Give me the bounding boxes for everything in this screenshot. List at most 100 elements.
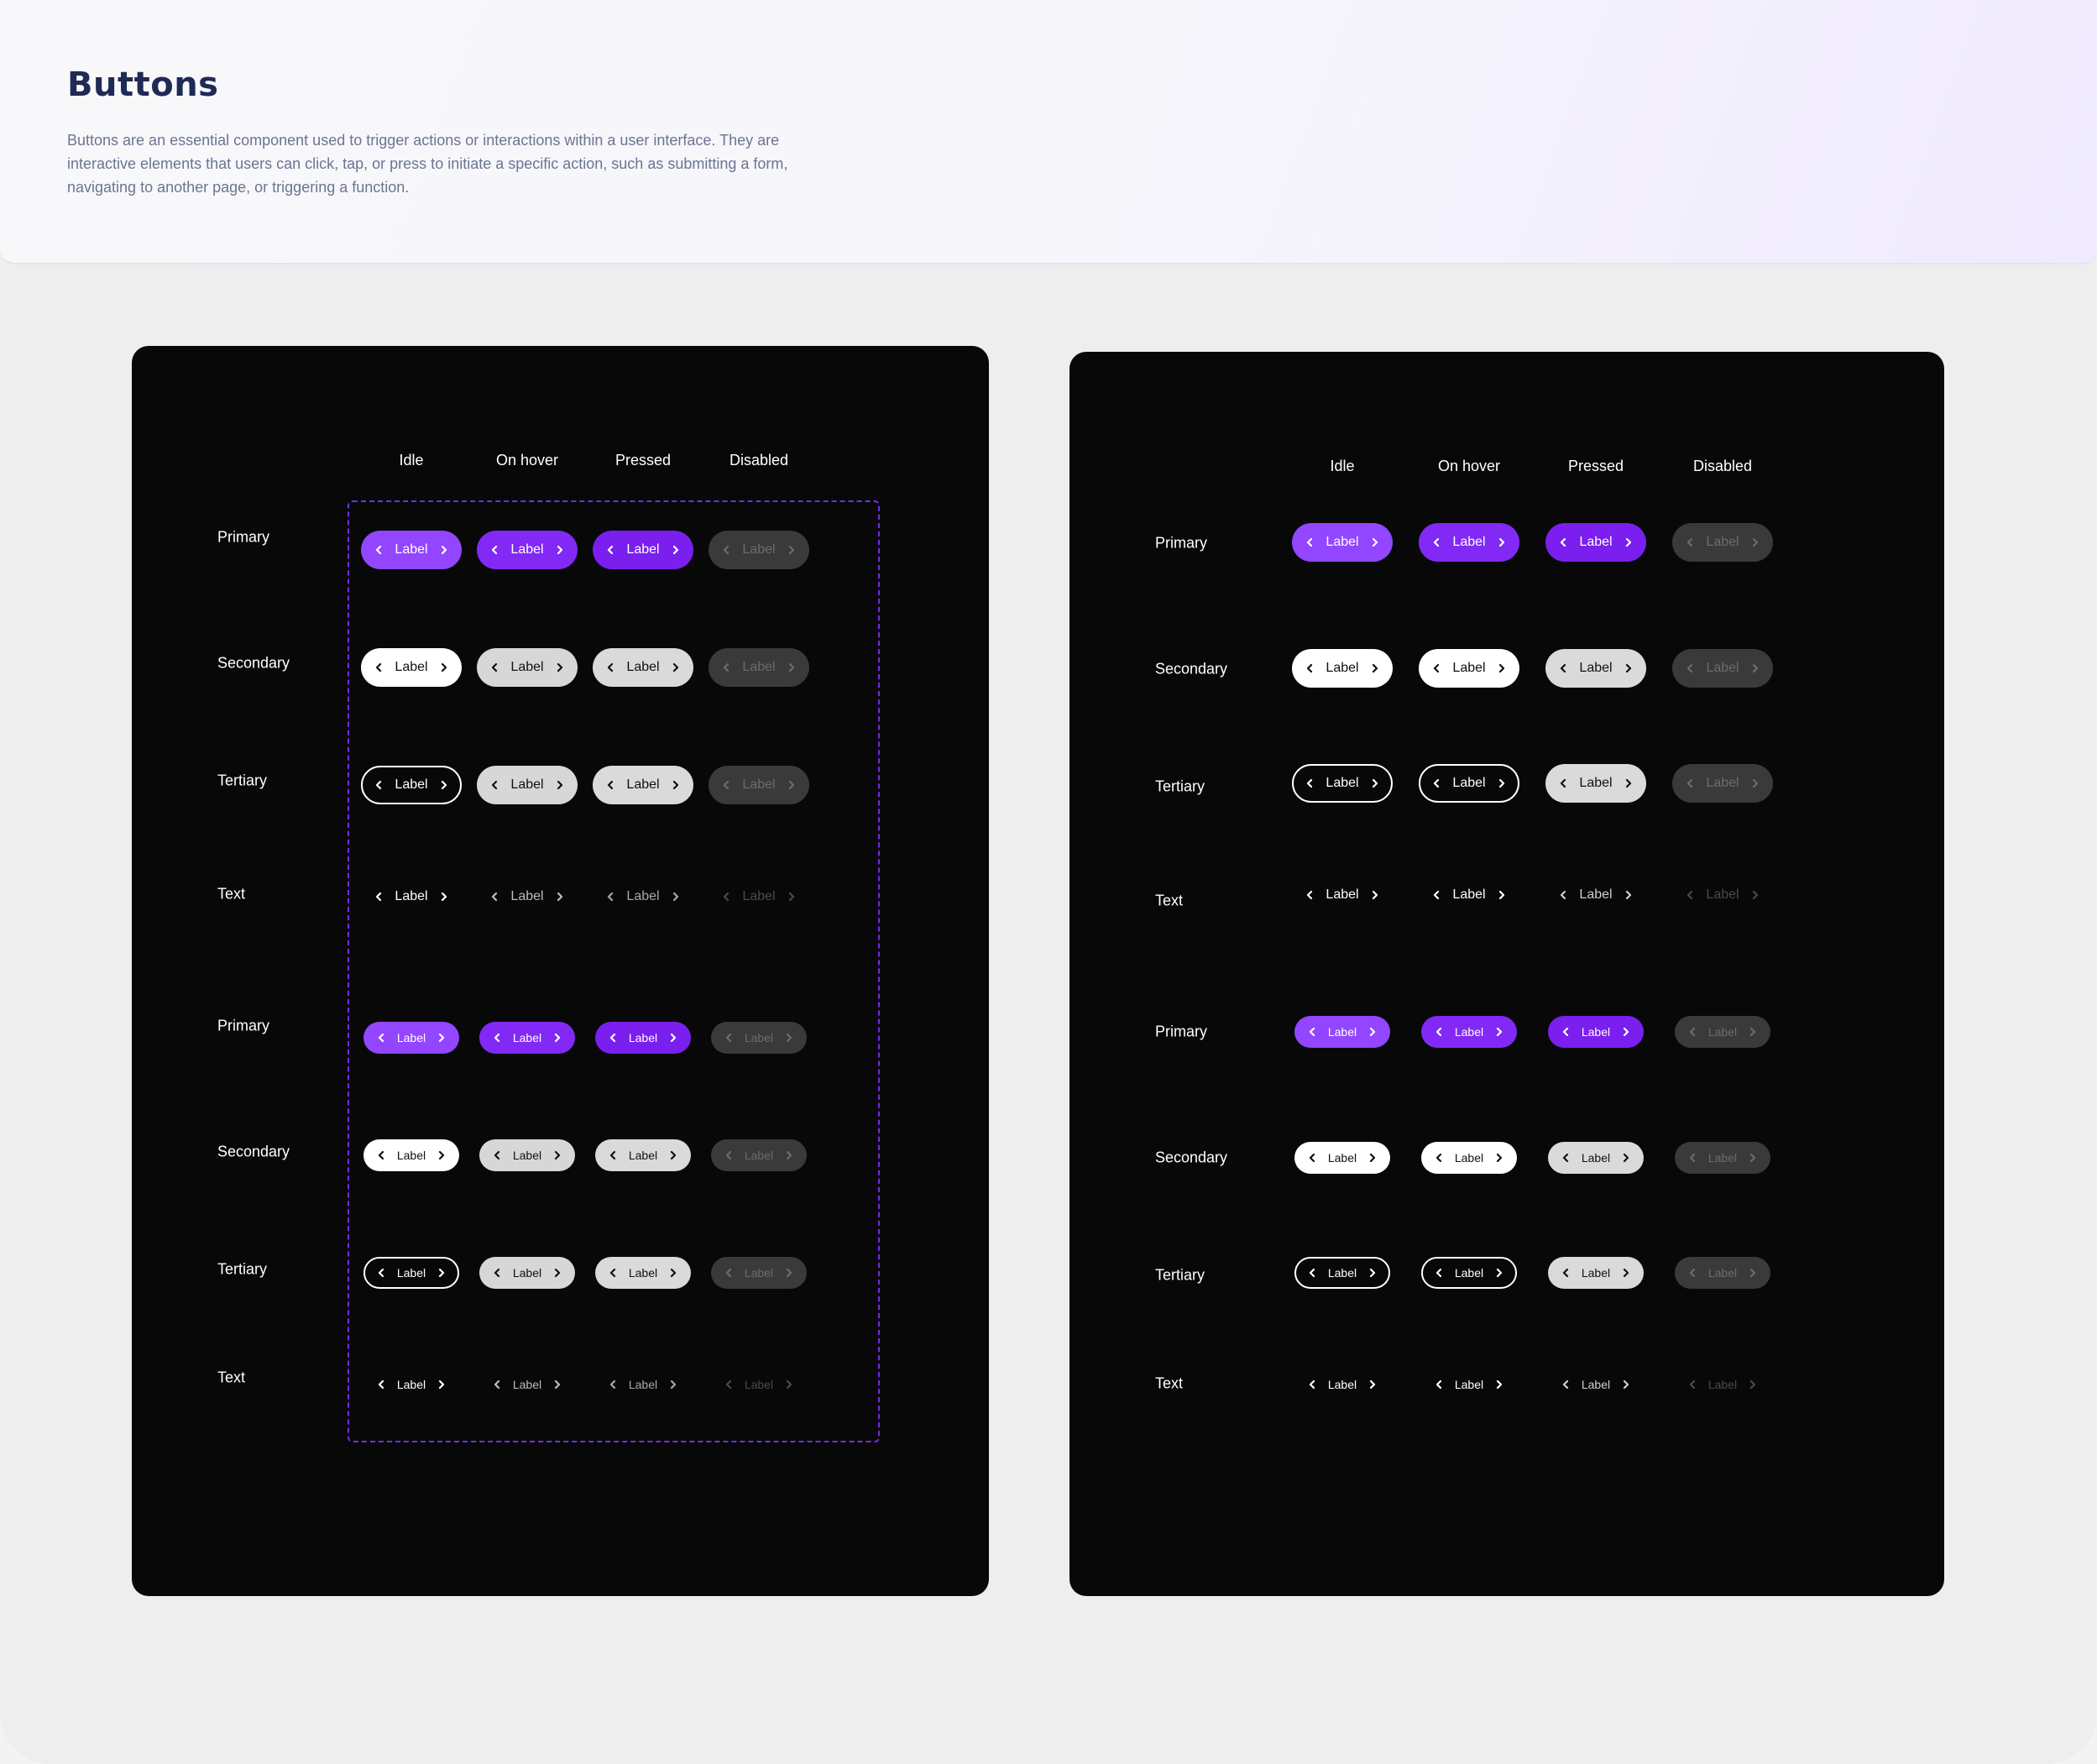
tertiary-button-hover[interactable]: Label xyxy=(1419,764,1519,803)
secondary-button-hover[interactable]: Label xyxy=(1419,649,1519,688)
primary-button-idle-small[interactable]: Label xyxy=(1294,1016,1390,1048)
chevron-right-icon xyxy=(669,1151,677,1159)
primary-button-pressed[interactable]: Label xyxy=(593,531,693,569)
secondary-button-hover-small[interactable]: Label xyxy=(1421,1142,1517,1174)
secondary-button-pressed-small[interactable]: Label xyxy=(1548,1142,1644,1174)
chevron-left-icon xyxy=(374,892,383,901)
text-button-disabled-small: Label xyxy=(1675,1369,1770,1400)
chevron-right-icon xyxy=(440,663,448,672)
chevron-left-icon xyxy=(1686,891,1694,899)
tertiary-button-idle-small[interactable]: Label xyxy=(363,1257,459,1289)
secondary-button-pressed[interactable]: Label xyxy=(1545,649,1646,688)
row-label-primary: Primary xyxy=(1155,1023,1207,1040)
secondary-button-idle-small[interactable]: Label xyxy=(1294,1142,1390,1174)
chevron-right-icon xyxy=(1368,1028,1377,1036)
button-label: Label xyxy=(626,889,660,903)
text-button-idle-small[interactable]: Label xyxy=(363,1369,459,1400)
chevron-left-icon xyxy=(1561,1154,1570,1162)
text-button-idle-small[interactable]: Label xyxy=(1294,1369,1390,1400)
button-label: Label xyxy=(1327,1025,1357,1039)
tertiary-button-hover-small[interactable]: Label xyxy=(1421,1257,1517,1289)
secondary-button-hover-small[interactable]: Label xyxy=(479,1139,575,1171)
text-button-hover-small[interactable]: Label xyxy=(1421,1369,1517,1400)
text-button-hover[interactable]: Label xyxy=(477,877,578,916)
primary-button-pressed[interactable]: Label xyxy=(1545,523,1646,562)
button-label: Label xyxy=(510,660,544,674)
tertiary-button-idle-small[interactable]: Label xyxy=(1294,1257,1390,1289)
tertiary-button-disabled-small: Label xyxy=(1675,1257,1770,1289)
chevron-right-icon xyxy=(1495,1269,1503,1277)
chevron-left-icon xyxy=(490,546,499,554)
button-label: Label xyxy=(1579,776,1613,790)
text-button-pressed[interactable]: Label xyxy=(593,877,693,916)
button-label: Label xyxy=(1454,1025,1484,1039)
button-label: Label xyxy=(396,1031,426,1044)
tertiary-button-pressed[interactable]: Label xyxy=(1545,764,1646,803)
button-label: Label xyxy=(1326,776,1359,790)
chevron-right-icon xyxy=(437,1151,446,1159)
chevron-left-icon xyxy=(1435,1380,1443,1389)
chevron-right-icon xyxy=(1749,1269,1757,1277)
secondary-button-hover[interactable]: Label xyxy=(477,648,578,687)
tertiary-button-pressed-small[interactable]: Label xyxy=(595,1257,691,1289)
chevron-right-icon xyxy=(1622,1028,1630,1036)
secondary-button-disabled: Label xyxy=(1672,649,1773,688)
button-label: Label xyxy=(1707,1151,1738,1165)
chevron-right-icon xyxy=(1498,664,1506,673)
button-label: Label xyxy=(744,1031,774,1044)
secondary-button-pressed-small[interactable]: Label xyxy=(595,1139,691,1171)
text-button-hover-small[interactable]: Label xyxy=(479,1369,575,1400)
tertiary-button-idle[interactable]: Label xyxy=(1292,764,1393,803)
chevron-left-icon xyxy=(1559,891,1567,899)
primary-button-pressed-small[interactable]: Label xyxy=(595,1022,691,1054)
button-label: Label xyxy=(396,1378,426,1391)
chevron-left-icon xyxy=(722,892,730,901)
primary-button-idle-small[interactable]: Label xyxy=(363,1022,459,1054)
row-label-secondary: Secondary xyxy=(217,1143,290,1160)
button-label: Label xyxy=(512,1149,542,1162)
primary-button-hover[interactable]: Label xyxy=(477,531,578,569)
primary-button-hover-small[interactable]: Label xyxy=(479,1022,575,1054)
tertiary-button-hover-small[interactable]: Label xyxy=(479,1257,575,1289)
text-button-hover[interactable]: Label xyxy=(1419,876,1519,914)
chevron-right-icon xyxy=(440,781,448,789)
text-button-pressed-small[interactable]: Label xyxy=(595,1369,691,1400)
row-label-primary: Primary xyxy=(1155,534,1207,552)
row-label-secondary: Secondary xyxy=(217,654,290,672)
chevron-left-icon xyxy=(609,1151,617,1159)
secondary-button-pressed[interactable]: Label xyxy=(593,648,693,687)
secondary-button-idle-small[interactable]: Label xyxy=(363,1139,459,1171)
chevron-left-icon xyxy=(374,781,383,789)
text-button-pressed[interactable]: Label xyxy=(1545,876,1646,914)
button-label: Label xyxy=(1707,1025,1738,1039)
primary-button-disabled-small: Label xyxy=(1675,1016,1770,1048)
primary-button-hover[interactable]: Label xyxy=(1419,523,1519,562)
primary-button-pressed-small[interactable]: Label xyxy=(1548,1016,1644,1048)
text-button-idle[interactable]: Label xyxy=(361,877,462,916)
tertiary-button-idle[interactable]: Label xyxy=(361,766,462,804)
text-button-idle[interactable]: Label xyxy=(1292,876,1393,914)
primary-button-hover-small[interactable]: Label xyxy=(1421,1016,1517,1048)
row-label-primary: Primary xyxy=(217,528,269,546)
secondary-button-idle[interactable]: Label xyxy=(361,648,462,687)
chevron-left-icon xyxy=(1308,1269,1316,1277)
tertiary-button-pressed-small[interactable]: Label xyxy=(1548,1257,1644,1289)
text-button-pressed-small[interactable]: Label xyxy=(1548,1369,1644,1400)
button-label: Label xyxy=(628,1031,658,1044)
chevron-right-icon xyxy=(1495,1028,1503,1036)
primary-button-disabled: Label xyxy=(1672,523,1773,562)
chevron-right-icon xyxy=(1368,1380,1377,1389)
chevron-left-icon xyxy=(1432,664,1441,673)
column-header-pressed: Pressed xyxy=(614,452,672,468)
button-label: Label xyxy=(1452,661,1486,675)
chevron-left-icon xyxy=(1432,779,1441,788)
chevron-left-icon xyxy=(377,1380,385,1389)
tertiary-button-pressed[interactable]: Label xyxy=(593,766,693,804)
secondary-button-idle[interactable]: Label xyxy=(1292,649,1393,688)
button-label: Label xyxy=(395,542,428,557)
chevron-right-icon xyxy=(669,1269,677,1277)
primary-button-idle[interactable]: Label xyxy=(361,531,462,569)
buttons-panel: Idle On hover Pressed Disabled Primary Label L… xyxy=(1069,352,1944,1596)
primary-button-idle[interactable]: Label xyxy=(1292,523,1393,562)
tertiary-button-hover[interactable]: Label xyxy=(477,766,578,804)
